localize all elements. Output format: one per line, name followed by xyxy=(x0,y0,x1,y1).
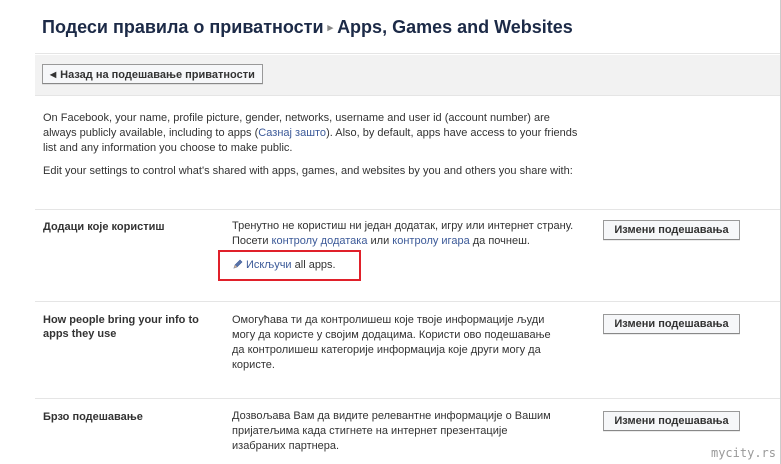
intro-paragraph: On Facebook, your name, profile picture,… xyxy=(43,111,583,156)
edit-info-accessible-button[interactable]: Измени подешавања xyxy=(603,314,740,334)
section-title-apps-you-use: Додаци које користиш xyxy=(43,221,165,233)
info-accessible-description: Омогућава ти да контролишеш које твоје и… xyxy=(232,314,551,371)
page-title: Подеси правила о приватности ▸ Apps, Games… xyxy=(42,17,573,38)
apps-you-use-description: Тренутно не користиш ни један додатак, и… xyxy=(232,219,592,249)
title-divider xyxy=(35,53,780,54)
intro-edit-line: Edit your settings to control what's sha… xyxy=(43,165,573,177)
breadcrumb-parent[interactable]: Подеси правила о приватности xyxy=(42,17,324,37)
section-divider xyxy=(35,209,780,210)
section-divider xyxy=(35,301,780,302)
edit-instant-personalization-button[interactable]: Измени подешавања xyxy=(603,411,740,431)
highlight-annotation xyxy=(218,250,361,281)
apps-control-link[interactable]: контролу додатака xyxy=(272,235,368,247)
privacy-settings-page: Подеси правила о приватности ▸ Apps, Games… xyxy=(0,0,781,464)
learn-why-link[interactable]: Сазнај зашто xyxy=(258,127,326,139)
breadcrumb-current: Apps, Games and Websites xyxy=(337,17,573,37)
games-control-link[interactable]: контролу игара xyxy=(392,235,469,247)
section-title-info-accessible: How people bring your info to apps they … xyxy=(43,314,199,340)
back-to-privacy-button[interactable]: ◀ Назад на подешавање приватности xyxy=(42,64,263,84)
edit-apps-settings-button[interactable]: Измени подешавања xyxy=(603,220,740,240)
apps-desc-end: да почнеш. xyxy=(469,235,530,247)
section-title-instant-personalization: Брзо подешавање xyxy=(43,411,143,423)
back-bar: ◀ Назад на подешавање приватности xyxy=(35,55,780,96)
instant-personalization-description: Дозвољава Вам да видите релевантне инфор… xyxy=(232,410,551,452)
back-button-label: Назад на подешавање приватности xyxy=(60,69,255,81)
left-triangle-icon: ◀ xyxy=(50,70,57,79)
section-divider xyxy=(35,398,780,399)
breadcrumb-separator-icon: ▸ xyxy=(327,22,334,34)
watermark: mycity.rs xyxy=(710,446,776,460)
apps-desc-mid: или xyxy=(367,235,393,247)
